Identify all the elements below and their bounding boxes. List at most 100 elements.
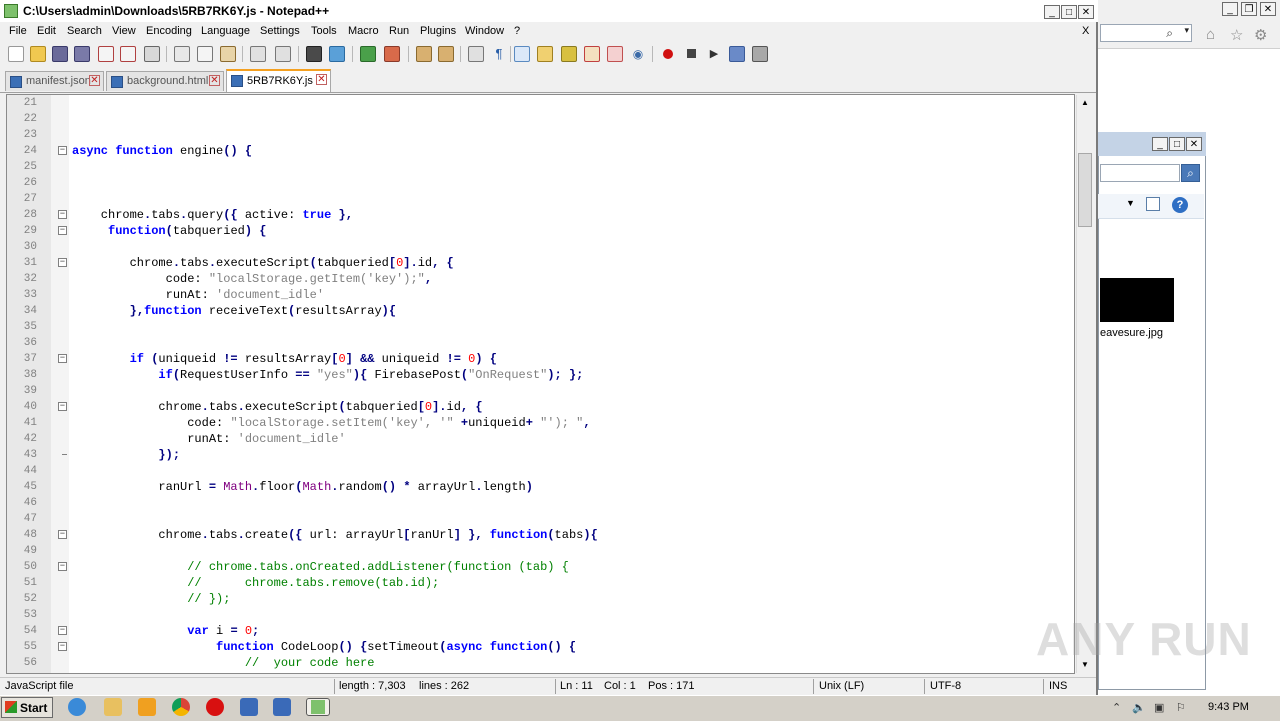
code-line[interactable]: 51 // chrome.tabs.remove(tab.id); [7, 575, 1073, 591]
code-line[interactable]: 47 [7, 511, 1073, 527]
code-line[interactable]: 21 [7, 95, 1073, 111]
close-document-button[interactable]: X [1082, 25, 1089, 37]
find-icon[interactable] [306, 46, 322, 62]
tab-manifest-json[interactable]: manifest.json ✕ [5, 71, 104, 91]
code-line[interactable]: 48 − chrome.tabs.create({ url: arrayUrl[r… [7, 527, 1073, 543]
volume-icon[interactable]: 🔈 [1132, 701, 1146, 714]
code-line[interactable]: 34 },function receiveText(resultsArray){ [7, 303, 1073, 319]
media-player-icon[interactable] [138, 698, 156, 716]
help-icon[interactable]: ? [1172, 197, 1188, 213]
maximize-button[interactable]: □ [1061, 5, 1077, 19]
word-wrap-icon[interactable] [468, 46, 484, 62]
preview-pane-icon[interactable] [1146, 197, 1160, 211]
code-line[interactable]: 56 // your code here [7, 655, 1073, 671]
code-line[interactable]: 40 − chrome.tabs.executeScript(tabqueried… [7, 399, 1073, 415]
opera-icon[interactable] [206, 698, 224, 716]
close-file-icon[interactable] [98, 46, 114, 62]
tab-5rb7rk6y-js[interactable]: 5RB7RK6Y.js ✕ [226, 69, 331, 92]
code-line[interactable]: 26 [7, 175, 1073, 191]
bg-browser-close-button[interactable]: ✕ [1260, 2, 1276, 16]
redo-icon[interactable] [275, 46, 291, 62]
notepadpp-taskbar-icon[interactable] [306, 698, 330, 716]
scrollbar-thumb[interactable] [1078, 153, 1092, 227]
run-macro-multiple-icon[interactable] [729, 46, 745, 62]
start-button[interactable]: Start [1, 697, 53, 718]
open-folder-icon[interactable] [30, 46, 46, 62]
code-line[interactable]: 25 [7, 159, 1073, 175]
print-icon[interactable] [144, 46, 160, 62]
fold-toggle-icon[interactable]: − [58, 354, 67, 363]
code-line[interactable]: 38 if(RequestUserInfo == "yes"){ Firebas… [7, 367, 1073, 383]
sync-horizontal-icon[interactable] [438, 46, 454, 62]
menu-file[interactable]: File [9, 25, 27, 37]
menu-help[interactable]: ? [514, 25, 520, 37]
zoom-in-icon[interactable] [360, 46, 376, 62]
fold-toggle-icon[interactable]: − [58, 226, 67, 235]
code-line[interactable]: 23 [7, 127, 1073, 143]
fold-toggle-icon[interactable]: − [58, 530, 67, 539]
minimize-button[interactable]: _ [1044, 5, 1060, 19]
fold-toggle-icon[interactable]: − [58, 258, 67, 267]
status-eol-format[interactable]: Unix (LF) [819, 680, 864, 692]
menu-settings[interactable]: Settings [260, 25, 300, 37]
paste-icon[interactable] [220, 46, 236, 62]
powershell-icon[interactable] [273, 698, 291, 716]
image-thumbnail[interactable] [1100, 278, 1174, 322]
close-icon[interactable]: ✕ [89, 75, 100, 86]
action-center-flag-icon[interactable]: ⚐ [1176, 701, 1186, 714]
save-all-icon[interactable] [74, 46, 90, 62]
monitoring-eye-icon[interactable]: ◉ [630, 46, 646, 62]
menu-plugins[interactable]: Plugins [420, 25, 456, 37]
menu-run[interactable]: Run [389, 25, 409, 37]
code-line[interactable]: 39 [7, 383, 1073, 399]
bg-browser-minimize-button[interactable]: _ [1222, 2, 1238, 16]
bg-browser-maximize-button[interactable]: ❐ [1241, 2, 1257, 16]
code-line[interactable]: 44 [7, 463, 1073, 479]
code-line[interactable]: 29 − function(tabqueried) { [7, 223, 1073, 239]
close-all-icon[interactable] [120, 46, 136, 62]
code-line[interactable]: 46 [7, 495, 1073, 511]
fold-toggle-icon[interactable]: − [58, 562, 67, 571]
code-line[interactable]: 24 − async function engine() { [7, 143, 1073, 159]
document-map-icon[interactable] [561, 46, 577, 62]
replace-icon[interactable] [329, 46, 345, 62]
close-icon[interactable]: ✕ [316, 74, 327, 85]
search-icon[interactable]: ⌕ [1181, 164, 1200, 182]
code-line[interactable]: 27 [7, 191, 1073, 207]
code-line[interactable]: 53 [7, 607, 1073, 623]
status-insert-mode[interactable]: INS [1049, 680, 1067, 692]
powershell-icon[interactable] [240, 698, 258, 716]
zoom-out-icon[interactable] [384, 46, 400, 62]
record-macro-icon[interactable] [660, 46, 676, 62]
scroll-up-arrow-icon[interactable]: ▲ [1077, 95, 1093, 111]
code-line[interactable]: 36 [7, 335, 1073, 351]
gear-icon[interactable]: ⚙ [1254, 26, 1267, 44]
home-icon[interactable]: ⌂ [1206, 26, 1215, 43]
code-line[interactable]: 32 code: "localStorage.getItem('key');", [7, 271, 1073, 287]
bg-browser-search-box[interactable]: ⌕ ▾ [1100, 24, 1192, 42]
fold-toggle-icon[interactable]: − [58, 402, 67, 411]
bg-explorer-close-button[interactable]: ✕ [1186, 137, 1202, 151]
code-line[interactable]: 33 runAt: 'document_idle' [7, 287, 1073, 303]
tab-background-html[interactable]: background.html ✕ [106, 71, 224, 91]
undo-icon[interactable] [250, 46, 266, 62]
user-defined-language-icon[interactable] [537, 46, 553, 62]
close-button[interactable]: ✕ [1078, 5, 1094, 19]
code-line[interactable]: 37 − if (uniqueid != resultsArray[0] && u… [7, 351, 1073, 367]
save-icon[interactable] [52, 46, 68, 62]
menu-macro[interactable]: Macro [348, 25, 379, 37]
cut-icon[interactable] [174, 46, 190, 62]
code-line[interactable]: 45 ranUrl = Math.floor(Math.random() * a… [7, 479, 1073, 495]
code-line[interactable]: 49 [7, 543, 1073, 559]
code-line[interactable]: 55 − function CodeLoop() {setTimeout(asyn… [7, 639, 1073, 655]
menu-language[interactable]: Language [201, 25, 250, 37]
internet-explorer-icon[interactable] [68, 698, 86, 716]
clock[interactable]: 9:43 PM [1208, 701, 1249, 713]
code-line[interactable]: 50 − // chrome.tabs.onCreated.addListener… [7, 559, 1073, 575]
bg-explorer-maximize-button[interactable]: □ [1169, 137, 1185, 151]
stop-macro-icon[interactable] [683, 46, 699, 62]
play-macro-icon[interactable]: ▶ [706, 46, 722, 62]
code-line[interactable]: 31 − chrome.tabs.executeScript(tabqueried… [7, 255, 1073, 271]
fold-toggle-icon[interactable]: − [58, 146, 67, 155]
tray-expand-icon[interactable]: ⌃ [1112, 701, 1121, 714]
